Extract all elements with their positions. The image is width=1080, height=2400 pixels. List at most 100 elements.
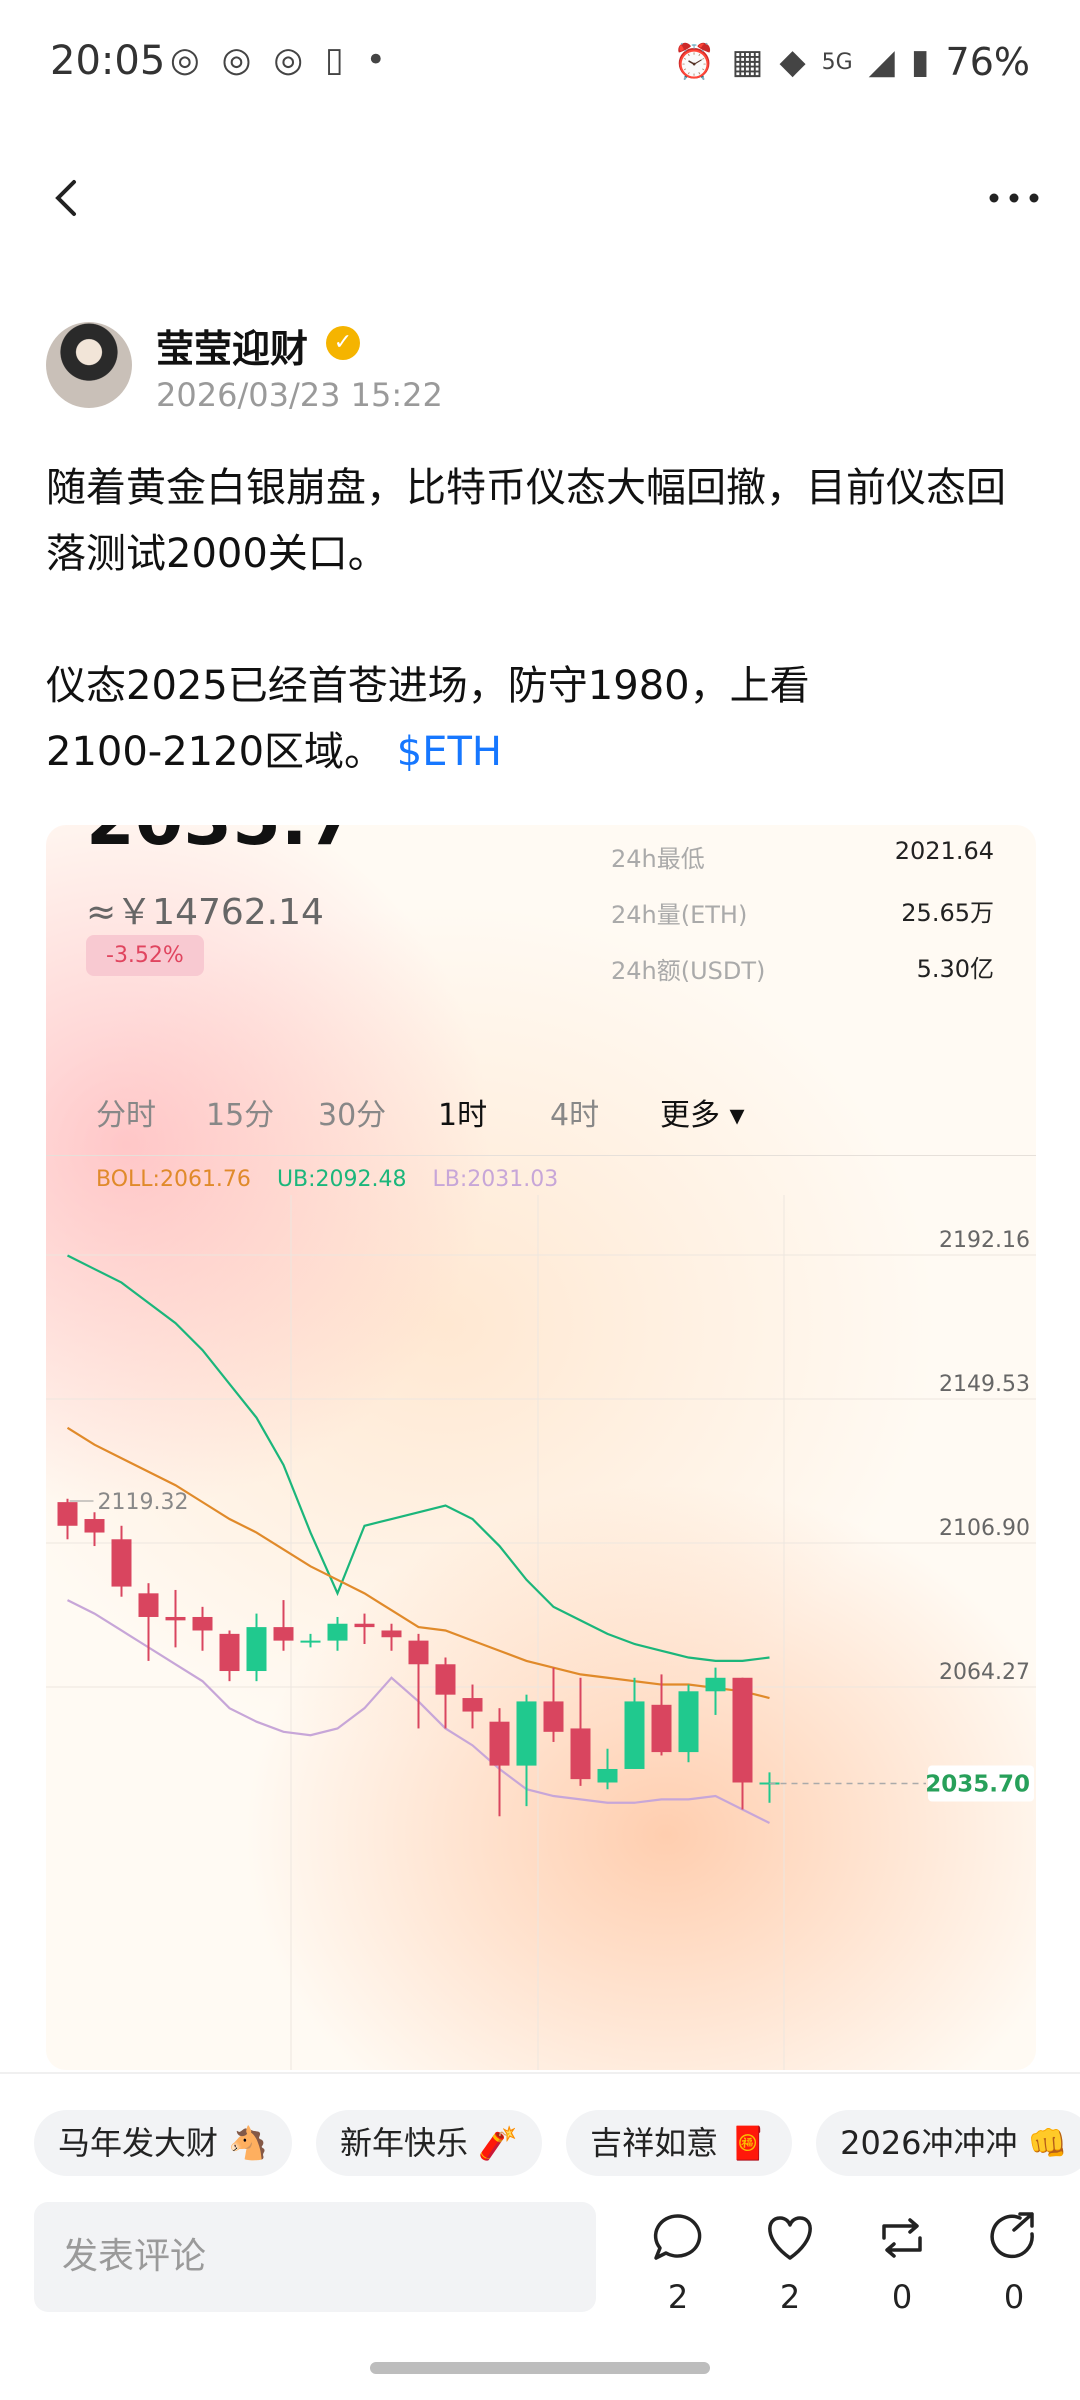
candle-body: [273, 1627, 294, 1641]
change-badge: -3.52%: [86, 935, 204, 976]
tab-1h[interactable]: 1时: [438, 1090, 487, 1134]
candle-body: [354, 1623, 375, 1628]
candle-body: [597, 1768, 618, 1783]
system-icons: ⏰ ▦ ◆ 5G ◢ ▮ 76%: [673, 40, 1030, 84]
candle-body: [246, 1627, 267, 1672]
last-price-label: 2035.70: [925, 1772, 1030, 1798]
more-button[interactable]: [988, 168, 1040, 240]
y-axis-label: 2192.16: [939, 1228, 1030, 1253]
verified-icon: ✓: [326, 326, 360, 360]
tab-30m[interactable]: 30分: [318, 1090, 386, 1134]
candle-body: [327, 1623, 348, 1641]
interval-tabs: 分时 15分 30分 1时 4时 更多 ▾: [46, 1090, 1036, 1140]
divider: [46, 1155, 1036, 1156]
y-axis-label: 2106.90: [939, 1516, 1030, 1541]
heart-icon: [768, 2216, 812, 2260]
dot-icon: •: [365, 40, 386, 80]
candle-body: [300, 1640, 321, 1643]
candle-body: [138, 1593, 159, 1617]
quick-comment-chips: 马年发大财 🐴 新年快乐 🧨 吉祥如意 🧧 2026冲冲冲 👊: [34, 2110, 1080, 2176]
wifi-icon: ◆: [779, 42, 806, 82]
notification-icons: ◎ ◎ ◎ ▯ •: [170, 40, 386, 80]
nfc-icon: ▦: [731, 42, 764, 82]
y-axis-label: 2149.53: [939, 1372, 1030, 1397]
candle-body: [624, 1701, 645, 1769]
status-time: 20:05: [50, 38, 166, 84]
weibo-icon: ◎: [170, 40, 200, 80]
comment-count: 2: [667, 2278, 689, 2316]
weibo-icon: ◎: [221, 40, 252, 80]
current-price: 2035.7: [86, 825, 356, 861]
candle-body: [516, 1701, 537, 1766]
weibo-icon: ◎: [273, 40, 304, 80]
quick-comment-chip[interactable]: 吉祥如意 🧧: [566, 2110, 793, 2176]
stat-value: 5.30亿: [916, 955, 994, 983]
home-indicator[interactable]: [370, 2362, 710, 2374]
alarm-icon: ⏰: [672, 42, 716, 82]
candle-body: [678, 1691, 699, 1753]
quick-comment-chip[interactable]: 2026冲冲冲 👊: [816, 2110, 1080, 2176]
stat-label: 24h量(ETH): [611, 901, 748, 929]
candle-body: [570, 1728, 591, 1780]
boll-legend: BOLL:2061.76 UB:2092.48 LB:2031.03: [96, 1167, 558, 1192]
candle-body: [111, 1539, 132, 1587]
candlestick-chart[interactable]: 2192.16 2149.53 2106.90 2064.27 2119.32 2035.…: [46, 1195, 1036, 2070]
comment-input[interactable]: 发表评论: [34, 2202, 596, 2312]
candle-body: [489, 1721, 510, 1766]
chevron-left-icon: [55, 180, 76, 216]
ub-line: [67, 1254, 770, 1662]
post-date: 2026/03/23 15:22: [156, 376, 443, 414]
candle-body: [462, 1698, 483, 1712]
post-paragraph: 2100-2120区域。 $ETH: [46, 719, 1036, 785]
divider: [0, 2072, 1080, 2074]
like-button[interactable]: 2: [750, 2210, 830, 2316]
author-name[interactable]: 莹莹迎财: [156, 318, 308, 373]
ub-value: UB:2092.48: [276, 1167, 407, 1192]
avatar[interactable]: [46, 322, 132, 408]
stat-label: 24h额(USDT): [611, 957, 766, 985]
stat-value: 2021.64: [894, 837, 994, 865]
post-paragraph: 仪态2025已经首苍进场，防守1980，上看: [46, 663, 810, 709]
tab-15m[interactable]: 15分: [206, 1090, 274, 1134]
back-button[interactable]: [48, 168, 88, 228]
eth-tag-link[interactable]: $ETH: [397, 729, 502, 775]
cny-price: ≈￥14762.14: [86, 892, 324, 933]
stat-label: 24h最低: [611, 845, 705, 873]
tab-4h[interactable]: 4时: [550, 1090, 599, 1134]
candle-body: [732, 1677, 753, 1783]
candle-body: [192, 1616, 213, 1631]
like-count: 2: [779, 2278, 801, 2316]
network-label: 5G: [821, 49, 853, 75]
candle-body: [408, 1640, 429, 1665]
post-paragraph-end: 2100-2120区域。: [46, 729, 385, 775]
candle-body: [651, 1704, 672, 1753]
repost-icon: [882, 2218, 922, 2258]
quick-comment-chip[interactable]: 新年快乐 🧨: [316, 2110, 543, 2176]
boll-value: BOLL:2061.76: [96, 1167, 251, 1192]
post-body: 随着黄金白银崩盘，比特币仪态大幅回撤，目前仪态回落测试2000关口。 仪态202…: [46, 455, 1036, 785]
repost-button[interactable]: 0: [862, 2210, 942, 2316]
repost-count: 0: [891, 2278, 913, 2316]
candle-body: [219, 1633, 240, 1672]
candle-body: [84, 1519, 105, 1533]
share-icon: [990, 2212, 1034, 2259]
phone-icon: ▯: [325, 40, 344, 80]
y-axis-label: 2064.27: [939, 1660, 1030, 1685]
candle-body: [57, 1502, 78, 1526]
more-icon: [989, 193, 1039, 203]
tab-fenshi[interactable]: 分时: [96, 1090, 156, 1134]
chart-card[interactable]: 2035.7 ≈￥14762.14 -3.52% 24h最低 2021.64 2…: [46, 825, 1036, 2070]
comment-button[interactable]: 2: [638, 2210, 718, 2316]
post-paragraph: 随着黄金白银崩盘，比特币仪态大幅回撤，目前仪态回落测试2000关口。: [46, 465, 1006, 577]
battery-icon: ▮: [910, 42, 930, 82]
stat-value: 25.65万: [901, 899, 994, 927]
candle-body: [435, 1664, 456, 1695]
signal-icon: ◢: [868, 42, 895, 82]
lb-value: LB:2031.03: [432, 1167, 559, 1192]
share-button[interactable]: 0: [974, 2210, 1054, 2316]
max-marker-label: 2119.32: [98, 1490, 189, 1515]
tab-more[interactable]: 更多 ▾: [660, 1090, 745, 1134]
share-count: 0: [1003, 2278, 1025, 2316]
quick-comment-chip[interactable]: 马年发大财 🐴: [34, 2110, 293, 2176]
battery-level: 76%: [945, 40, 1030, 84]
